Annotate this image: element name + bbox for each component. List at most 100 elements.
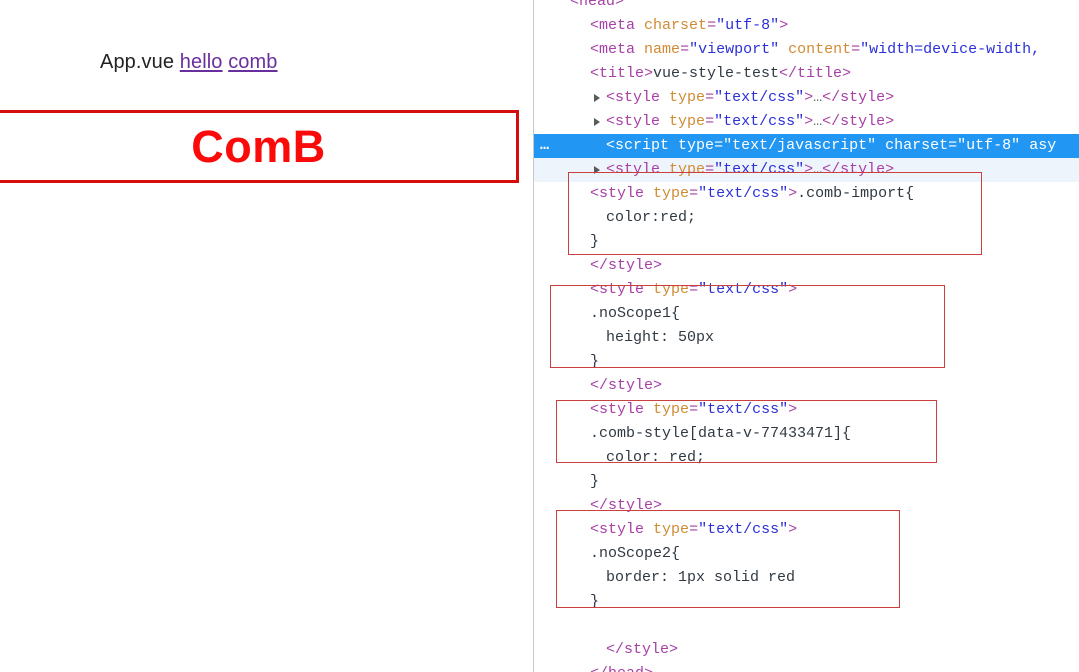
comb-link[interactable]: comb bbox=[228, 51, 277, 73]
dom-line-style-noscope2-open[interactable]: <style type="text/css"> bbox=[534, 518, 1079, 542]
title-close-tag: </title> bbox=[779, 65, 852, 82]
chevron-right-icon[interactable] bbox=[594, 94, 600, 102]
dom-line-style-close-4[interactable]: </style> bbox=[534, 638, 1079, 662]
css-selector-comb-style: .comb-style[data-v-77433471]{ bbox=[590, 425, 852, 442]
title-open-tag: <title> bbox=[590, 65, 654, 82]
gt-punct: > bbox=[788, 281, 798, 298]
dom-line-style-collapsed-1[interactable]: <style type="text/css">…</style> bbox=[534, 86, 1079, 110]
dom-line-head-close[interactable]: </head> bbox=[534, 662, 1079, 672]
dom-line-style-close-2[interactable]: </style> bbox=[534, 374, 1079, 398]
dom-line-style-close-1[interactable]: </style> bbox=[534, 254, 1079, 278]
dom-line-noscope2-selector: .noScope2{ bbox=[534, 542, 1079, 566]
type-attr-value: "text/css" bbox=[698, 401, 789, 418]
type-attr-name: type bbox=[653, 281, 690, 298]
type-attr-name: type bbox=[653, 401, 690, 418]
type-attr-value: "text/css" bbox=[714, 161, 805, 178]
css-selector-comb-import: .comb-import{ bbox=[797, 185, 915, 202]
dom-line-style-comb-import-open[interactable]: <style type="text/css">.comb-import{ bbox=[534, 182, 1079, 206]
dom-line-brace-close-3: } bbox=[534, 470, 1079, 494]
lt-punct: < bbox=[590, 281, 600, 298]
style-tag-name: style bbox=[599, 401, 645, 418]
eq-punct: = bbox=[680, 41, 690, 58]
lt-punct: < bbox=[590, 185, 600, 202]
head-open-tag: <head> bbox=[570, 0, 625, 10]
eq-punct: = bbox=[705, 161, 715, 178]
type-attr-name: type bbox=[653, 185, 690, 202]
dom-line-head-open[interactable]: <head> bbox=[534, 0, 1079, 14]
lt-punct: < bbox=[590, 17, 600, 34]
css-declaration: color: red; bbox=[606, 449, 706, 466]
overflow-badge[interactable]: … bbox=[540, 134, 550, 158]
meta-tag-name: meta bbox=[599, 41, 636, 58]
lt-punct: < bbox=[590, 521, 600, 538]
dom-line-style-collapsed-3[interactable]: <style type="text/css">…</style> bbox=[534, 158, 1079, 182]
style-tag-name: style bbox=[599, 185, 645, 202]
app-root-text-line: App.vue hello comb bbox=[100, 51, 278, 74]
chevron-right-icon[interactable] bbox=[594, 166, 600, 174]
dom-line-comb-import-decl: color:red; bbox=[534, 206, 1079, 230]
lt-punct: < bbox=[590, 401, 600, 418]
type-attr-name: type bbox=[653, 521, 690, 538]
dom-line-style-noscope1-open[interactable]: <style type="text/css"> bbox=[534, 278, 1079, 302]
style-tag-name: style bbox=[599, 281, 645, 298]
name-attr-value: "viewport" bbox=[689, 41, 780, 58]
charset-attr-name: charset bbox=[885, 137, 949, 154]
collapsed-ellipsis[interactable]: … bbox=[813, 161, 822, 178]
type-attr-value: "text/css" bbox=[714, 113, 805, 130]
dom-line-meta-viewport[interactable]: <meta name="viewport" content="width=dev… bbox=[534, 38, 1079, 62]
collapsed-ellipsis[interactable]: … bbox=[813, 113, 822, 130]
css-brace-close: } bbox=[590, 353, 600, 370]
eq-punct: = bbox=[948, 137, 958, 154]
eq-punct: = bbox=[689, 185, 699, 202]
type-attr-name: type bbox=[678, 137, 715, 154]
style-close-tag: </style> bbox=[822, 89, 895, 106]
css-declaration: color:red; bbox=[606, 209, 697, 226]
dom-line-title[interactable]: <title>vue-style-test</title> bbox=[534, 62, 1079, 86]
eq-punct: = bbox=[707, 17, 717, 34]
charset-attr-value: "utf-8" bbox=[957, 137, 1021, 154]
head-close-tag: </head> bbox=[590, 665, 653, 672]
dom-tree[interactable]: <head> <meta charset="utf-8"> <meta name… bbox=[534, 0, 1079, 672]
devtools-elements-panel[interactable]: <head> <meta charset="utf-8"> <meta name… bbox=[534, 0, 1079, 672]
css-selector-noscope1: .noScope1{ bbox=[590, 305, 681, 322]
dom-line-comb-style-selector: .comb-style[data-v-77433471]{ bbox=[534, 422, 1079, 446]
type-attr-value: "text/css" bbox=[698, 521, 789, 538]
gt-punct: > bbox=[788, 185, 798, 202]
dom-line-comb-style-decl: color: red; bbox=[534, 446, 1079, 470]
style-tag-name: style bbox=[615, 89, 661, 106]
script-tag-name: script bbox=[615, 137, 670, 154]
gt-punct: > bbox=[804, 89, 814, 106]
eq-punct: = bbox=[689, 521, 699, 538]
charset-attr-name: charset bbox=[644, 17, 708, 34]
lt-punct: < bbox=[606, 89, 616, 106]
type-attr-name: type bbox=[669, 161, 706, 178]
dom-line-brace-close-1: } bbox=[534, 230, 1079, 254]
dom-line-style-close-3[interactable]: </style> bbox=[534, 494, 1079, 518]
eq-punct: = bbox=[851, 41, 861, 58]
lt-punct: < bbox=[606, 113, 616, 130]
css-brace-close: } bbox=[590, 473, 600, 490]
style-close-tag: </style> bbox=[590, 497, 663, 514]
css-declaration: height: 50px bbox=[606, 329, 715, 346]
gt-punct: > bbox=[804, 113, 814, 130]
name-attr-name: name bbox=[644, 41, 681, 58]
gt-punct: > bbox=[779, 17, 789, 34]
css-brace-close: } bbox=[590, 593, 600, 610]
eq-punct: = bbox=[689, 281, 699, 298]
dom-line-script-selected[interactable]: … <script type="text/javascript" charset… bbox=[534, 134, 1079, 158]
eq-punct: = bbox=[689, 401, 699, 418]
dom-line-style-comb-style-open[interactable]: <style type="text/css"> bbox=[534, 398, 1079, 422]
comb-heading: ComB bbox=[191, 121, 326, 172]
dom-line-style-collapsed-2[interactable]: <style type="text/css">…</style> bbox=[534, 110, 1079, 134]
content-attr-name: content bbox=[788, 41, 852, 58]
css-brace-close: } bbox=[590, 233, 600, 250]
app-vue-label: App.vue bbox=[100, 51, 175, 73]
css-selector-noscope2: .noScope2{ bbox=[590, 545, 681, 562]
dom-line-meta-charset[interactable]: <meta charset="utf-8"> bbox=[534, 14, 1079, 38]
hello-link[interactable]: hello bbox=[180, 51, 223, 73]
rendered-page-pane: App.vue hello comb ComB bbox=[0, 0, 533, 672]
collapsed-ellipsis[interactable]: … bbox=[813, 89, 822, 106]
chevron-right-icon[interactable] bbox=[594, 118, 600, 126]
type-attr-value: "text/css" bbox=[698, 185, 789, 202]
lt-punct: < bbox=[606, 161, 616, 178]
